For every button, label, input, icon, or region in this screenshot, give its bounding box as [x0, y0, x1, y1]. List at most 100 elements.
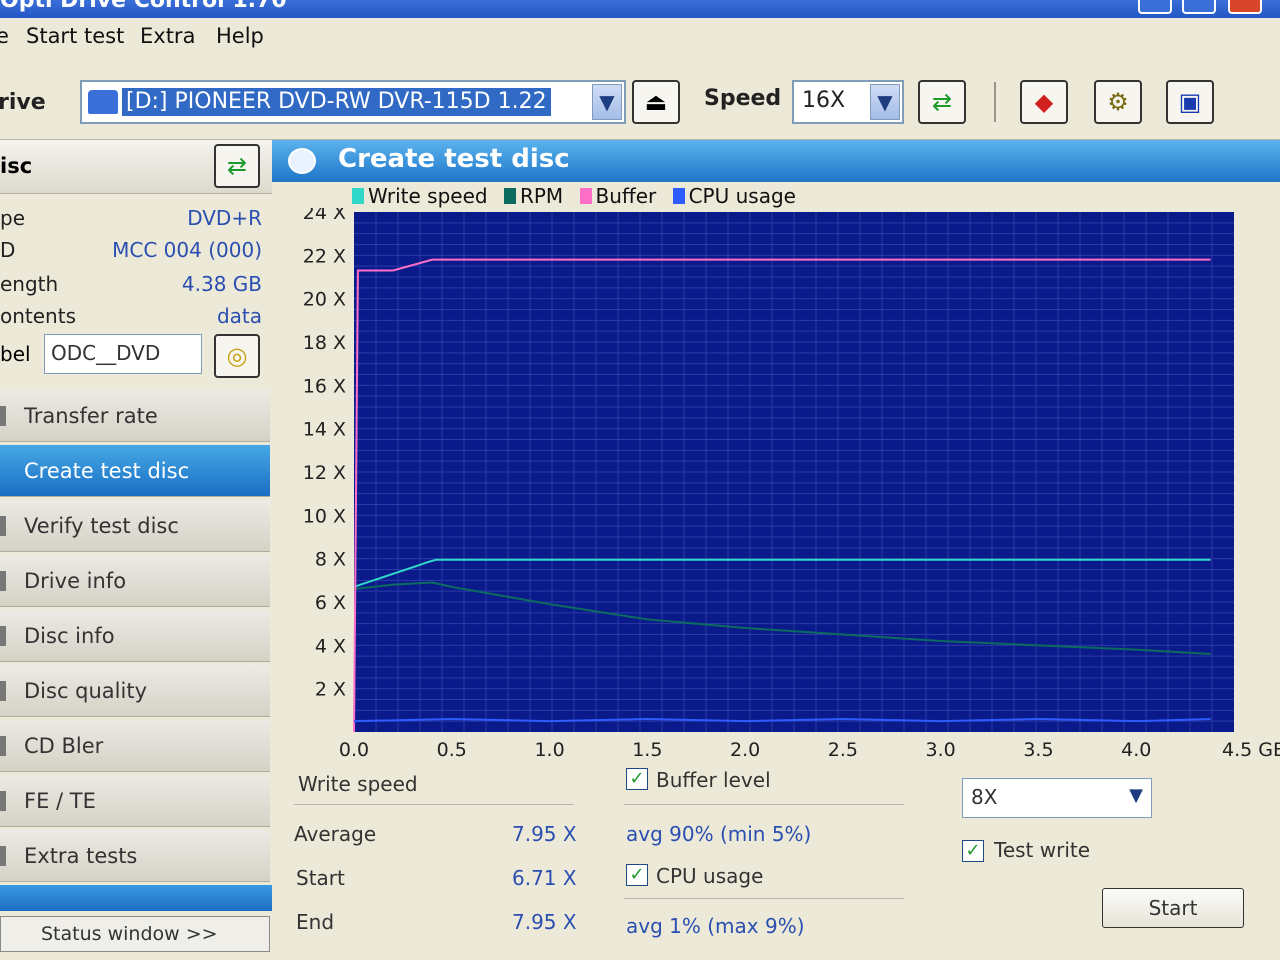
nav-icon [0, 736, 6, 756]
nav-disc-quality[interactable]: Disc quality [0, 665, 270, 717]
start-label: Start [296, 866, 345, 890]
disc-info-row: ontents data [0, 304, 262, 334]
nav-fe-te[interactable]: FE / TE [0, 775, 270, 827]
status-window-button[interactable]: Status window >> [0, 916, 270, 952]
chevron-down-icon: ▼ [1129, 785, 1143, 806]
disc-contents-key: ontents [0, 304, 76, 328]
end-value: 7.95 X [512, 910, 577, 934]
cpu-usage-checkbox[interactable]: ✓ [626, 864, 648, 886]
nav-label: Create test disc [24, 459, 190, 483]
maximize-button[interactable] [1182, 0, 1216, 14]
write-speed-select[interactable]: 8X ▼ [962, 778, 1152, 818]
chevron-down-icon[interactable]: ▼ [592, 84, 622, 120]
test-write-checkbox[interactable]: ✓ [962, 840, 984, 862]
toolbar-divider [994, 82, 996, 122]
speed-select[interactable]: 16X ▼ [792, 80, 904, 124]
drive-select[interactable]: [D:] PIONEER DVD-RW DVR-115D 1.22 ▼ [80, 80, 626, 124]
average-value: 7.95 X [512, 822, 577, 846]
start-button[interactable]: Start [1102, 888, 1244, 928]
nav-icon [0, 681, 6, 701]
speed-label: Speed [704, 86, 782, 111]
menu-extra[interactable]: Extra [140, 24, 195, 48]
y-tick-label: 12 X [303, 462, 346, 484]
x-tick-label: 3.5 [1023, 739, 1053, 760]
minimize-button[interactable] [1138, 0, 1172, 14]
nav-icon [0, 516, 6, 536]
write-speed-chart: 2 X 4 X 6 X 8 X 10 X 12 X 14 X 16 X 18 X 20 X 22 X… [303, 202, 1280, 761]
legend-swatch [503, 188, 516, 204]
legend-label: Buffer [595, 184, 657, 208]
disc-icon [288, 148, 316, 174]
settings-button[interactable]: ⚙ [1094, 80, 1142, 124]
x-tick-label: 4.5 GB [1222, 739, 1280, 760]
menu-file[interactable]: e [0, 24, 9, 48]
nav-disc-info[interactable]: Disc info [0, 610, 270, 662]
disc-info-row: D MCC 004 (000) [0, 238, 262, 268]
y-tick-label: 24 X [303, 208, 346, 224]
disc-header: isc ⇄ [0, 140, 272, 194]
nav-icon [0, 626, 6, 646]
y-tick-label: 4 X [315, 635, 346, 657]
apply-label-button[interactable]: ◎ [214, 334, 260, 378]
average-label: Average [294, 822, 377, 846]
panel-header: Create test disc [272, 140, 1280, 182]
disc-id-key: D [0, 238, 16, 262]
separator [624, 898, 904, 899]
floppy-icon: ▣ [1178, 88, 1202, 116]
nav-label: CD Bler [24, 734, 104, 758]
main-panel: Create test disc Write speed RPM Buffer … [272, 140, 1280, 960]
erase-button[interactable]: ◆ [1020, 80, 1068, 124]
disc-header-label: isc [0, 154, 33, 178]
refresh-disc-button[interactable]: ⇄ [214, 144, 260, 188]
drive-icon [88, 90, 118, 114]
menu-help[interactable]: Help [216, 24, 264, 48]
disc-label-input[interactable]: ODC__DVD [44, 334, 202, 374]
disc-icon: ◎ [226, 342, 248, 370]
close-button[interactable] [1228, 0, 1262, 14]
legend-label: CPU usage [688, 184, 796, 208]
legend-write-speed: Write speed [352, 184, 488, 208]
refresh-speed-button[interactable]: ⇄ [918, 80, 966, 124]
x-tick-label: 1.5 [632, 739, 662, 760]
legend-rpm: RPM [503, 184, 564, 208]
legend-swatch [672, 188, 685, 204]
disc-info-row: pe DVD+R [0, 206, 262, 236]
buffer-level-label: Buffer level [656, 768, 771, 792]
nav-drive-info[interactable]: Drive info [0, 555, 270, 607]
eraser-icon: ◆ [1034, 88, 1054, 116]
title-bar: Opti Drive Control 1.70 [0, 0, 1280, 18]
separator [624, 804, 904, 805]
nav-transfer-rate[interactable]: Transfer rate [0, 390, 270, 442]
y-tick-label: 18 X [303, 332, 346, 354]
save-button[interactable]: ▣ [1166, 80, 1214, 124]
drive-value: [D:] PIONEER DVD-RW DVR-115D 1.22 [122, 88, 551, 116]
y-tick-label: 6 X [315, 592, 346, 614]
x-tick-label: 0.0 [339, 739, 369, 760]
legend-label: RPM [519, 184, 564, 208]
refresh-icon: ⇄ [931, 88, 953, 116]
y-tick-label: 2 X [315, 679, 346, 701]
gear-icon: ⚙ [1107, 88, 1129, 116]
write-speed-select-value: 8X [971, 785, 998, 809]
separator [294, 804, 574, 805]
disc-label-key: bel [0, 342, 31, 366]
nav-create-test-disc[interactable]: Create test disc [0, 445, 270, 497]
nav-cd-bler[interactable]: CD Bler [0, 720, 270, 772]
menu-start-test[interactable]: Start test [26, 24, 124, 48]
nav-verify-test-disc[interactable]: Verify test disc [0, 500, 270, 552]
buffer-level-value: avg 90% (min 5%) [626, 822, 812, 846]
menu-bar: e Start test Extra Help [0, 18, 1280, 58]
buffer-level-checkbox[interactable]: ✓ [626, 768, 648, 790]
eject-button[interactable]: ⏏ [632, 80, 680, 124]
disc-type-key: pe [0, 206, 25, 230]
nav-icon [0, 791, 6, 811]
panel-title: Create test disc [338, 144, 570, 174]
legend-swatch [352, 188, 364, 204]
x-tick-label: 0.5 [437, 739, 467, 760]
speed-value: 16X [802, 88, 846, 113]
window-title: Opti Drive Control 1.70 [0, 0, 287, 13]
legend-buffer: Buffer [579, 184, 657, 208]
eject-icon: ⏏ [644, 88, 668, 116]
nav-extra-tests[interactable]: Extra tests [0, 830, 270, 882]
chevron-down-icon[interactable]: ▼ [870, 84, 900, 120]
